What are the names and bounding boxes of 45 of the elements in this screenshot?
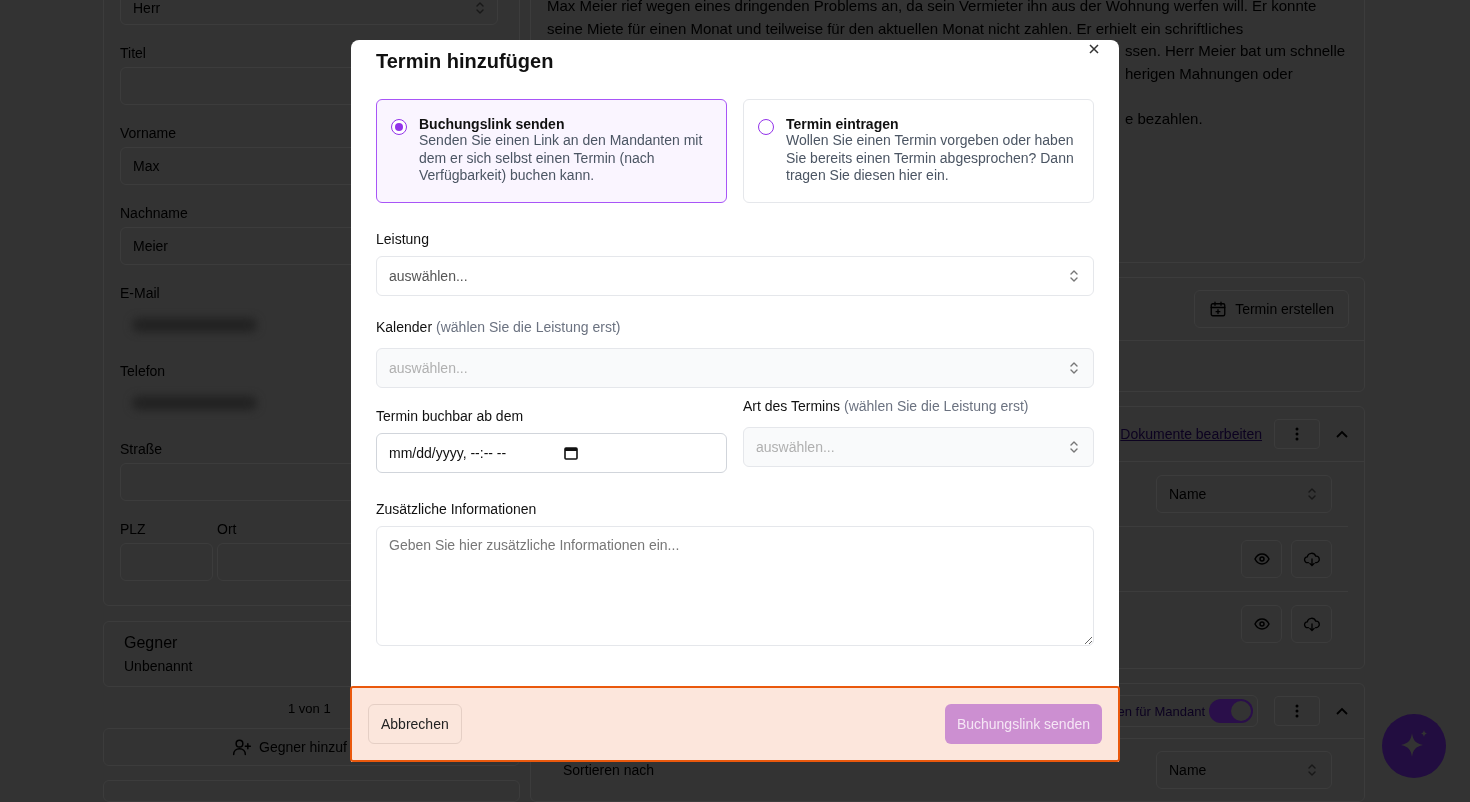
more-button[interactable] (1274, 419, 1320, 449)
chevron-updown-icon (1307, 487, 1317, 501)
download-button[interactable] (1291, 540, 1332, 578)
eye-icon (1253, 618, 1270, 630)
field-label: Termin buchbar ab dem (376, 408, 525, 424)
cancel-button[interactable]: Abbrechen (368, 704, 462, 744)
option-card[interactable]: Termin eintragen Wollen Sie einen Termin vorgeben oder haben Sie bereits einen Termin abgesprochen? Dann tragen Sie diesen hier ein. (743, 99, 1094, 203)
chevron-up-icon[interactable] (1336, 707, 1348, 715)
more-icon (1295, 427, 1299, 441)
chevron-up-icon[interactable] (1336, 430, 1348, 438)
cloud-download-icon (1302, 616, 1321, 632)
dialog-title: Termin hinzufügen (376, 50, 555, 73)
user-plus-icon (232, 737, 252, 757)
field-label: Art des Termins (743, 398, 840, 414)
view-button[interactable] (1241, 540, 1282, 578)
radio-button[interactable] (391, 119, 407, 135)
more-button[interactable] (1274, 696, 1320, 726)
field-label: Kalender (376, 319, 433, 335)
more-icon (1295, 704, 1299, 718)
field-hint: (wählen Sie die Leistung erst) (844, 398, 1029, 414)
close-button[interactable] (1087, 42, 1101, 56)
view-button[interactable] (1241, 605, 1282, 643)
calendar-icon[interactable] (564, 446, 578, 460)
field-label: Leistung (376, 231, 430, 247)
radio-button[interactable] (758, 119, 774, 135)
close-icon (1089, 44, 1099, 54)
cloud-download-icon (1302, 551, 1321, 567)
toggle-switch[interactable] (1209, 699, 1253, 723)
calendar-plus-icon (1209, 299, 1228, 318)
option-title: Termin eintragen (786, 116, 900, 132)
option-title: Buchungslink senden (419, 116, 566, 132)
download-button[interactable] (1291, 605, 1332, 643)
select-field[interactable]: auswählen... (376, 256, 1094, 296)
field-hint: (wählen Sie die Leistung erst) (436, 319, 621, 335)
chevron-updown-icon (1069, 361, 1079, 375)
chevron-updown-icon (1069, 440, 1079, 454)
field-label: Zusätzliche Informationen (376, 501, 538, 517)
chevron-updown-icon (1307, 763, 1317, 777)
chevron-updown-icon (1069, 269, 1079, 283)
chevron-updown-icon (475, 1, 485, 15)
additional-info-field[interactable]: Geben Sie hier zusätzliche Informationen ein... (376, 526, 1094, 646)
option-description: Wollen Sie einen Termin vorgeben oder haben Sie bereits einen Termin abgesprochen? Dann tragen Sie diesen hier ein. (786, 132, 1075, 185)
date-time-field[interactable]: mm/dd/yyyy, --:-- -- (376, 433, 727, 473)
eye-icon (1253, 553, 1270, 565)
option-card[interactable]: Buchungslink senden Senden Sie einen Link an den Mandanten mit dem er sich selbst einen Termin (nach Verfügbarkeit) buchen kann. (376, 99, 727, 203)
